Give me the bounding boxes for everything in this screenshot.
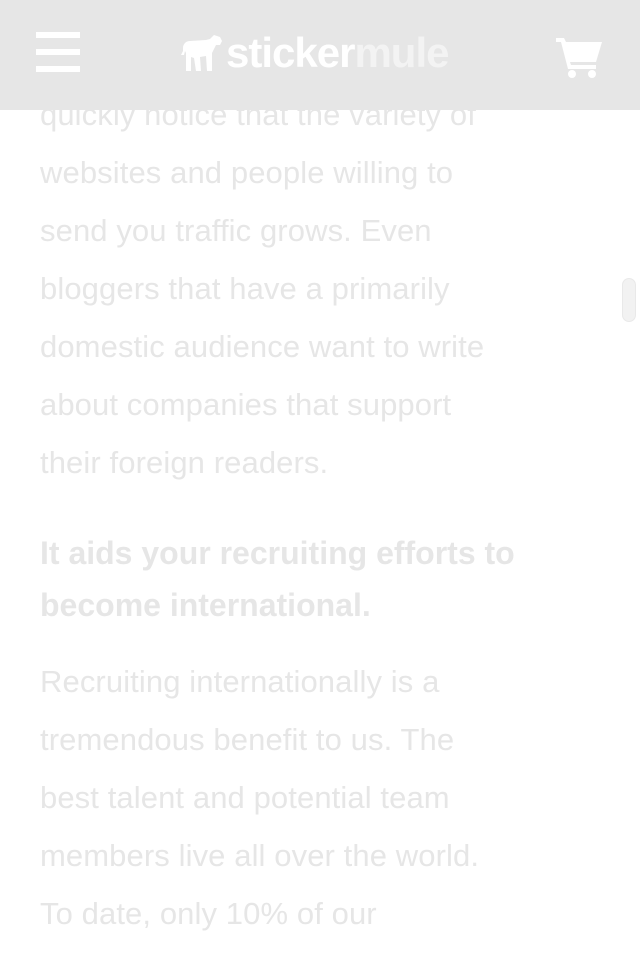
page: quickly notice that the variety of websi…: [0, 0, 640, 959]
hamburger-icon: [36, 32, 80, 38]
stickermule-logo[interactable]: stickermule: [180, 28, 449, 78]
paragraph-line: about companies that support: [40, 387, 452, 422]
paragraph-line: Recruiting internationally is a: [40, 664, 440, 699]
logo-word-mule: mule: [354, 29, 449, 76]
article-paragraph: Recruiting internationally is a tremendo…: [40, 653, 600, 943]
article-paragraph: quickly notice that the variety of websi…: [40, 86, 600, 492]
cart-button[interactable]: [556, 36, 604, 78]
paragraph-line: bloggers that have a primarily: [40, 271, 450, 306]
paragraph-line: websites and people willing to: [40, 155, 454, 190]
paragraph-line: members live all over the world.: [40, 838, 480, 873]
paragraph-line: To date, only 10% of our: [40, 896, 377, 931]
scrollbar-thumb[interactable]: [622, 278, 636, 322]
hamburger-icon: [36, 66, 80, 72]
paragraph-line: their foreign readers.: [40, 445, 329, 480]
article-body: quickly notice that the variety of websi…: [40, 86, 600, 943]
paragraph-line: tremendous benefit to us. The: [40, 722, 455, 757]
menu-button[interactable]: [36, 32, 82, 74]
logo-wordmark: stickermule: [226, 28, 449, 78]
shopping-cart-icon: [556, 38, 602, 78]
mule-icon: [181, 35, 222, 71]
paragraph-line: domestic audience want to write: [40, 329, 485, 364]
heading-line: It aids your recruiting efforts to: [40, 535, 515, 571]
heading-line: become international.: [40, 587, 371, 623]
section-heading: It aids your recruiting efforts to becom…: [40, 527, 600, 631]
paragraph-line: send you traffic grows. Even: [40, 213, 432, 248]
paragraph-line: best talent and potential team: [40, 780, 450, 815]
top-nav-bar: stickermule: [0, 0, 640, 110]
hamburger-icon: [36, 49, 80, 55]
logo-word-sticker: sticker: [226, 29, 355, 76]
